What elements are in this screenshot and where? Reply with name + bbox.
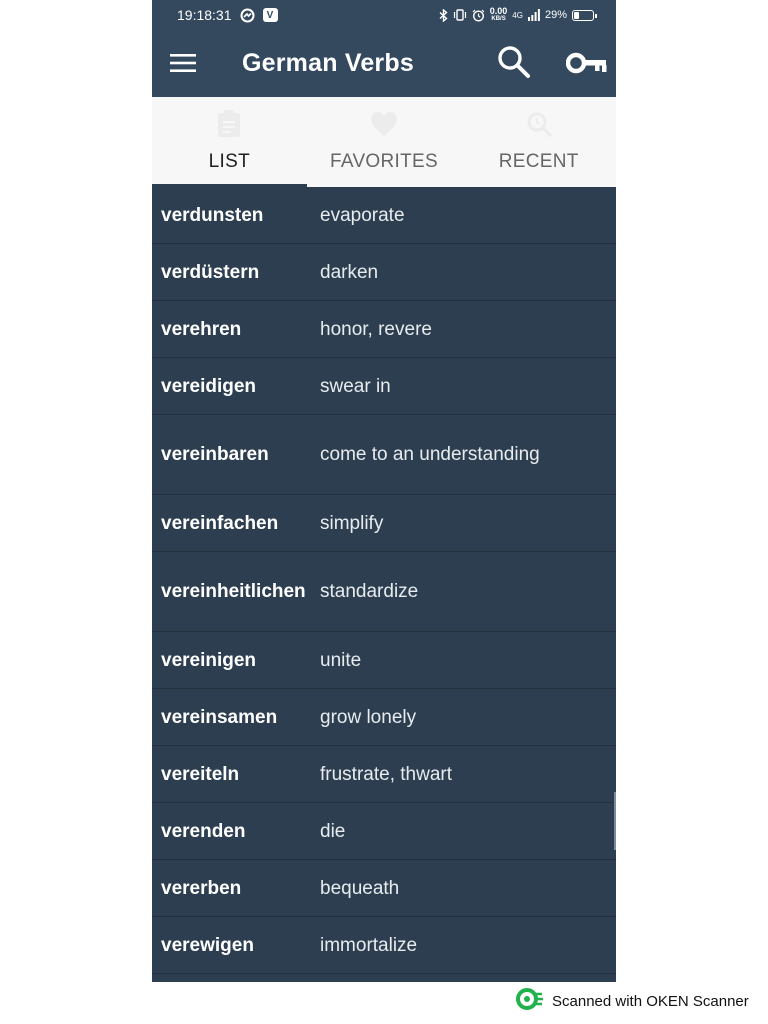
status-right: 0.00 KB/S 4G 29% xyxy=(439,7,597,23)
verb-row[interactable]: vereinigen unite xyxy=(152,632,616,689)
key-button[interactable] xyxy=(565,48,610,78)
verb-english: swear in xyxy=(320,375,391,397)
verb-english: frustrate, thwart xyxy=(320,763,452,785)
search-button[interactable] xyxy=(496,44,532,80)
verb-row[interactable]: vererben bequeath xyxy=(152,860,616,917)
battery-level xyxy=(574,11,580,19)
verb-row[interactable]: vereiteln frustrate, thwart xyxy=(152,746,616,803)
verb-row[interactable]: vereinbaren come to an understanding xyxy=(152,415,616,495)
app-screen: 19:18:31 V 0.00 KB/S 4G 29% German Verbs… xyxy=(152,0,616,982)
app-toolbar: German Verbs xyxy=(152,30,616,97)
search-icon xyxy=(498,46,530,78)
key-icon xyxy=(565,52,607,74)
tab-recent[interactable]: RECENT xyxy=(461,97,616,187)
hamburger-menu-icon xyxy=(170,54,196,72)
watermark-text: Scanned with OKEN Scanner xyxy=(552,993,749,1010)
tab-list-label: LIST xyxy=(208,151,250,172)
verb-row[interactable]: vereinfachen simplify xyxy=(152,495,616,552)
verb-german: verdunsten xyxy=(161,204,264,226)
status-time: 19:18:31 xyxy=(177,7,232,23)
app-title: German Verbs xyxy=(242,49,414,77)
verb-english: die xyxy=(320,820,346,842)
verb-row[interactable]: vereidigen swear in xyxy=(152,358,616,415)
verb-list: verdunsten evaporate verdüstern darken vereh… xyxy=(152,187,616,974)
verb-row[interactable]: verehren honor, revere xyxy=(152,301,616,358)
verb-german: verenden xyxy=(161,820,246,842)
tab-list[interactable]: LIST xyxy=(152,97,307,187)
verb-german: vereinigen xyxy=(161,649,257,671)
network-type: 4G xyxy=(512,10,523,20)
bluetooth-icon xyxy=(439,8,448,22)
verb-english: evaporate xyxy=(320,204,405,226)
verb-english: come to an understanding xyxy=(320,444,540,465)
verb-german: vereinheitlichen xyxy=(161,581,306,602)
verb-german: verehren xyxy=(161,318,242,340)
signal-icon xyxy=(527,9,540,21)
status-left: 19:18:31 V xyxy=(177,7,278,23)
history-search-icon xyxy=(525,109,553,139)
vibrate-icon xyxy=(453,9,467,21)
verb-row[interactable]: verdunsten evaporate xyxy=(152,187,616,244)
battery-percent: 29% xyxy=(544,9,567,21)
tab-favorites-label: FAVORITES xyxy=(330,151,438,172)
verb-german: verdüstern xyxy=(161,261,260,283)
battery-icon xyxy=(572,9,597,21)
verb-german: vereinsamen xyxy=(161,706,278,728)
clipboard-icon xyxy=(217,109,241,139)
verb-english: immortalize xyxy=(320,934,418,956)
verb-german: vereidigen xyxy=(161,375,257,397)
scanner-watermark: Scanned with OKEN Scanner xyxy=(516,988,749,1015)
tab-recent-label: RECENT xyxy=(498,151,579,172)
verb-german: vereinfachen xyxy=(161,512,279,534)
alarm-icon xyxy=(472,9,485,22)
verb-english: darken xyxy=(320,261,379,283)
verb-german: vereiteln xyxy=(161,763,240,785)
verb-row[interactable]: verewigen immortalize xyxy=(152,917,616,974)
scanner-logo-icon xyxy=(516,988,544,1015)
tab-bar: LIST FAVORITES RECENT xyxy=(152,97,616,187)
verb-german: verewigen xyxy=(161,934,254,956)
verb-row[interactable]: vereinsamen grow lonely xyxy=(152,689,616,746)
heart-icon xyxy=(370,109,398,139)
net-speed: 0.00 KB/S xyxy=(490,7,508,23)
v-notification-icon: V xyxy=(262,8,278,22)
verb-german: vereinbaren xyxy=(161,444,269,465)
verb-english: grow lonely xyxy=(320,706,417,728)
net-speed-value: 0.00 xyxy=(489,6,508,16)
menu-button[interactable] xyxy=(170,50,196,76)
scrollbar[interactable] xyxy=(614,792,616,850)
verb-english: honor, revere xyxy=(320,318,432,340)
verb-english: standardize xyxy=(320,581,419,602)
verb-english: bequeath xyxy=(320,877,400,899)
status-bar: 19:18:31 V 0.00 KB/S 4G 29% xyxy=(152,0,616,30)
verb-row[interactable]: verenden die xyxy=(152,803,616,860)
verb-row[interactable]: verdüstern darken xyxy=(152,244,616,301)
messenger-notification-icon xyxy=(240,8,255,23)
verb-row[interactable]: vereinheitlichen standardize xyxy=(152,552,616,632)
net-speed-unit: KB/S xyxy=(491,16,506,22)
verb-german: vererben xyxy=(161,877,242,899)
tab-favorites[interactable]: FAVORITES xyxy=(307,97,462,187)
verb-english: simplify xyxy=(320,512,384,534)
verb-english: unite xyxy=(320,649,362,671)
